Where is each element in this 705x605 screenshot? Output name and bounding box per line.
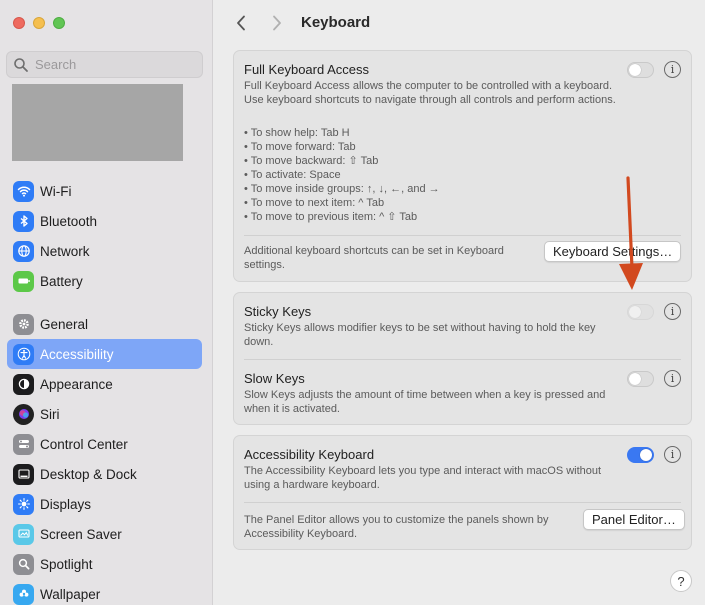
sidebar-item-displays[interactable]: Displays [7, 489, 202, 519]
sidebar-item-label: Desktop & Dock [40, 466, 137, 482]
sidebar-item-siri[interactable]: Siri [7, 399, 202, 429]
account-profile-block[interactable] [12, 84, 183, 161]
panel-editor-button[interactable]: Panel Editor… [583, 509, 685, 530]
sidebar-item-label: Appearance [40, 376, 113, 392]
sidebar-item-label: Displays [40, 496, 92, 512]
sidebar-item-label: Control Center [40, 436, 128, 452]
accessibility-keyboard-toggle[interactable] [627, 447, 654, 463]
sidebar-item-wifi[interactable]: Wi-Fi [7, 176, 202, 206]
panel-editor-hint: The Panel Editor allows you to customize… [244, 514, 549, 540]
shortcut-item: • To move inside groups: ↑, ↓, ←, and → [244, 183, 440, 195]
sidebar-item-label: Bluetooth [40, 213, 98, 229]
sidebar: Wi-Fi Bluetooth Network Battery General … [0, 0, 213, 605]
accessibility-keyboard-card: Accessibility Keyboard The Accessibility… [233, 435, 692, 550]
sidebar-item-label: Wallpaper [40, 586, 101, 602]
battery-icon [13, 270, 34, 292]
keyboard-settings-button[interactable]: Keyboard Settings… [544, 241, 682, 262]
slow-keys-info-icon[interactable]: i [664, 370, 681, 387]
sidebar-item-desktop-dock[interactable]: Desktop & Dock [7, 459, 202, 489]
settings-pane: Keyboard Full Keyboard Access Full Keybo… [214, 0, 705, 605]
annotation-arrow-icon [619, 176, 643, 290]
sidebar-item-label: Siri [40, 406, 60, 422]
wifi-icon [13, 180, 34, 202]
shortcut-item: • To show help: Tab H [244, 127, 350, 139]
full-keyboard-access-description: Full Keyboard Access allows the computer… [244, 80, 616, 106]
flower-icon [13, 583, 34, 605]
back-button[interactable] [233, 14, 249, 32]
sidebar-item-label: Network [40, 243, 90, 259]
magnifier-icon [13, 553, 34, 575]
slow-keys-description: Slow Keys adjusts the amount of time bet… [244, 389, 606, 415]
globe-icon [13, 240, 34, 262]
sidebar-item-label: Battery [40, 273, 83, 289]
shortcut-item: • To move to next item: ^ Tab [244, 197, 385, 209]
window-controls [13, 17, 65, 29]
shortcut-item: • To move to previous item: ^ ⇧ Tab [244, 211, 418, 223]
keyboard-settings-hint: Additional keyboard shortcuts can be set… [244, 245, 504, 271]
chevron-right-icon [273, 15, 281, 31]
sidebar-item-spotlight[interactable]: Spotlight [7, 549, 202, 579]
full-keyboard-access-title: Full Keyboard Access [244, 62, 370, 77]
forward-button[interactable] [269, 14, 285, 32]
gear-icon [13, 313, 34, 335]
shortcut-list: • To show help: Tab H • To move forward:… [244, 126, 440, 224]
divider [244, 359, 681, 360]
sun-icon [13, 493, 34, 515]
sidebar-item-network[interactable]: Network [7, 236, 202, 266]
sidebar-item-control-center[interactable]: Control Center [7, 429, 202, 459]
sidebar-item-appearance[interactable]: Appearance [7, 369, 202, 399]
dock-icon [13, 463, 34, 485]
sidebar-item-label: Screen Saver [40, 526, 122, 542]
accessibility-keyboard-info-icon[interactable]: i [664, 446, 681, 463]
accessibility-icon [13, 343, 34, 365]
sidebar-item-label: Wi-Fi [40, 183, 72, 199]
accessibility-keyboard-title: Accessibility Keyboard [244, 447, 375, 462]
accessibility-keyboard-description: The Accessibility Keyboard lets you type… [244, 465, 602, 491]
screen-saver-icon [13, 523, 34, 545]
sidebar-item-screen-saver[interactable]: Screen Saver [7, 519, 202, 549]
shortcut-item: • To move forward: Tab [244, 141, 356, 153]
sticky-keys-description: Sticky Keys allows modifier keys to be s… [244, 322, 596, 348]
sticky-slow-keys-card: Sticky Keys Sticky Keys allows modifier … [233, 292, 692, 425]
sticky-keys-title: Sticky Keys [244, 304, 312, 319]
sidebar-item-bluetooth[interactable]: Bluetooth [7, 206, 202, 236]
control-center-icon [13, 433, 34, 455]
sidebar-item-label: Spotlight [40, 556, 93, 572]
sidebar-item-label: Accessibility [40, 346, 114, 362]
full-keyboard-access-info-icon[interactable]: i [664, 61, 681, 78]
full-keyboard-access-toggle[interactable] [627, 62, 654, 78]
search-icon [14, 57, 28, 72]
slow-keys-toggle[interactable] [627, 371, 654, 387]
bluetooth-icon [13, 210, 34, 232]
search-input[interactable] [35, 57, 195, 72]
zoom-window-button[interactable] [53, 17, 65, 29]
search-field[interactable] [6, 51, 203, 78]
help-button[interactable]: ? [670, 570, 692, 592]
sidebar-item-general[interactable]: General [7, 309, 202, 339]
shortcut-item: • To move backward: ⇧ Tab [244, 155, 379, 167]
appearance-icon [13, 373, 34, 395]
close-window-button[interactable] [13, 17, 25, 29]
shortcut-item: • To activate: Space [244, 169, 341, 181]
sidebar-item-battery[interactable]: Battery [7, 266, 202, 296]
divider [244, 502, 681, 503]
minimize-window-button[interactable] [33, 17, 45, 29]
siri-icon [13, 403, 34, 425]
chevron-left-icon [237, 15, 245, 31]
sticky-keys-toggle[interactable] [627, 304, 654, 320]
page-title: Keyboard [301, 14, 371, 31]
sidebar-item-wallpaper[interactable]: Wallpaper [7, 579, 202, 605]
slow-keys-title: Slow Keys [244, 371, 305, 386]
sidebar-item-label: General [40, 316, 89, 332]
sticky-keys-info-icon[interactable]: i [664, 303, 681, 320]
sidebar-item-accessibility[interactable]: Accessibility [7, 339, 202, 369]
